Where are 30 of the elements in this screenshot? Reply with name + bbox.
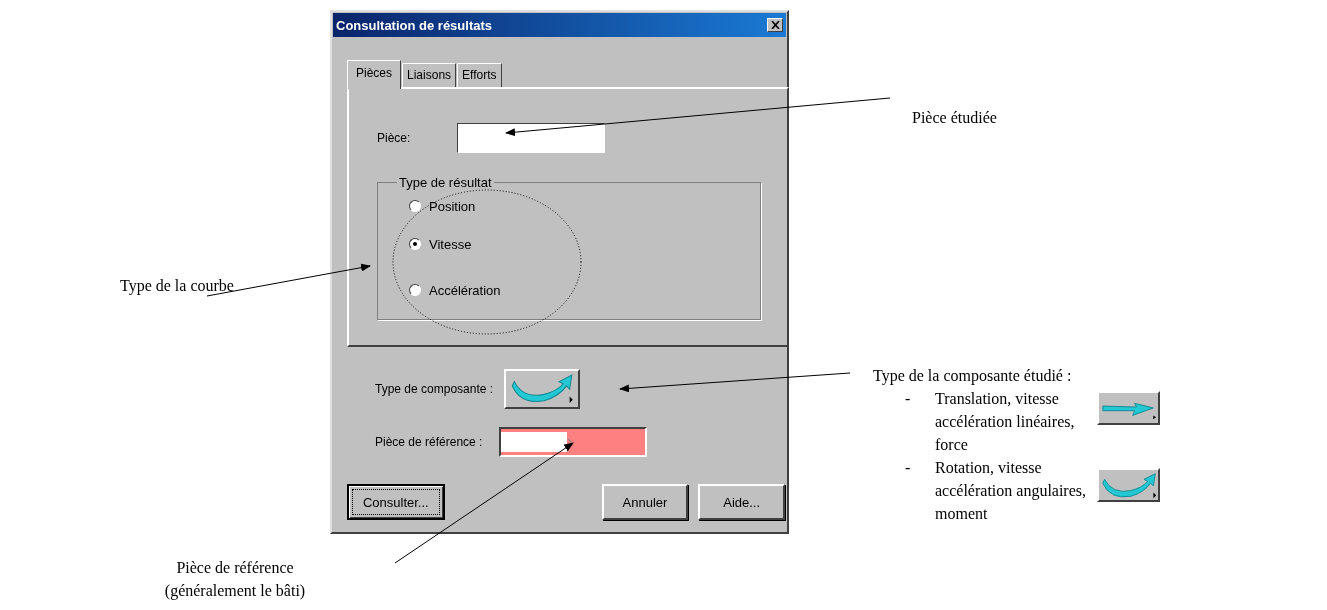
annotation-text: Translation, vitesse accélération linéaires, force	[935, 389, 1076, 455]
tab[interactable]: Pièces	[347, 60, 402, 89]
dialog-button[interactable]: Aide...	[698, 484, 785, 520]
component-button[interactable]	[1097, 391, 1160, 425]
field-label: Type de composante :	[375, 382, 494, 396]
field-label: Pièce de référence :	[375, 435, 483, 449]
dialog-button[interactable]: Consulter...	[347, 484, 445, 520]
window-title: Consultation de résultats	[336, 17, 493, 33]
group-label: Type de résultat	[398, 175, 493, 190]
tab[interactable]: Liaisons	[402, 63, 457, 87]
close-button[interactable]	[767, 18, 783, 32]
annotation-text: Type de la composante étudié :	[873, 366, 1073, 387]
tab[interactable]: Efforts	[457, 63, 502, 87]
dialog-button[interactable]: Annuler	[601, 484, 689, 520]
radio-option[interactable]: Vitesse	[409, 234, 472, 254]
radio-option[interactable]: Position	[409, 196, 476, 216]
close-icon	[770, 21, 780, 29]
annotation-text: Rotation, vitesse accélération angulaires, moment	[935, 458, 1088, 524]
component-button[interactable]	[504, 369, 581, 409]
component-button[interactable]	[1097, 468, 1160, 502]
annotation-text: Pièce étudiée	[912, 108, 997, 128]
curved-arrow-icon	[1099, 470, 1159, 500]
list-marker: -	[905, 389, 912, 409]
annotation-text: Pièce de référence (généralement le bâti)	[163, 558, 307, 602]
field-label: Pièce:	[377, 131, 411, 145]
annotation-text: Type de la courbe	[120, 276, 234, 297]
radio-option[interactable]: Accélération	[409, 280, 501, 300]
list-marker: -	[905, 458, 912, 478]
input-field[interactable]	[457, 123, 606, 153]
input-field[interactable]	[499, 427, 648, 457]
